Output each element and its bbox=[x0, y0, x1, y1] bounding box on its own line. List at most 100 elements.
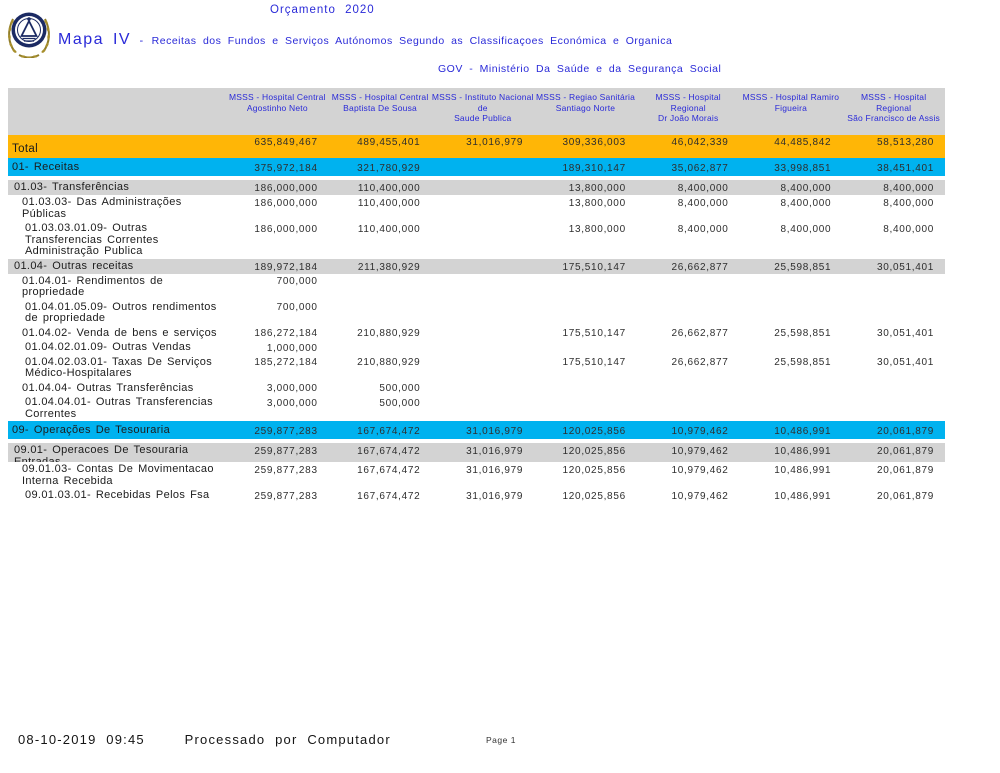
table-row: 09- Operações De Tesouraria259,877,28316… bbox=[8, 421, 945, 439]
column-header: MSSS - Hospital CentralAgostinho Neto bbox=[226, 88, 329, 135]
value-cell: 500,000 bbox=[329, 397, 432, 420]
column-header-line2: Dr João Morais bbox=[637, 113, 740, 124]
row-label: 09.01- Operacoes De Tesouraria Entradas bbox=[8, 443, 226, 462]
value-cell: 46,042,339 bbox=[637, 135, 740, 158]
value-cell bbox=[637, 302, 740, 325]
value-cell: 635,849,467 bbox=[226, 135, 329, 158]
value-cell: 10,486,991 bbox=[740, 464, 843, 487]
table-row: 01.04.01- Rendimentos de propriedade700,… bbox=[8, 274, 945, 300]
value-cell: 167,674,472 bbox=[329, 464, 432, 487]
value-cell: 189,310,147 bbox=[534, 158, 637, 176]
value-cell: 110,400,000 bbox=[329, 180, 432, 195]
value-cell bbox=[534, 302, 637, 325]
value-cell: 500,000 bbox=[329, 383, 432, 395]
table-row: 01.04.02- Venda de bens e serviços186,27… bbox=[8, 326, 945, 341]
value-cell bbox=[431, 276, 534, 299]
value-cell bbox=[431, 223, 534, 258]
column-header: MSSS - Hospital CentralBaptista De Sousa bbox=[329, 88, 432, 135]
value-cell: 8,400,000 bbox=[740, 223, 843, 258]
table-row: 01.03.03- Das Administrações Públicas186… bbox=[8, 195, 945, 221]
value-cell: 210,880,929 bbox=[329, 357, 432, 380]
row-label: 09.01.03.01- Recebidas Pelos Fsa bbox=[8, 490, 226, 502]
value-cell: 175,510,147 bbox=[534, 328, 637, 340]
value-cell: 375,972,184 bbox=[226, 158, 329, 176]
table-row: Total635,849,467489,455,40131,016,979309… bbox=[8, 135, 945, 158]
value-cell bbox=[431, 180, 534, 195]
value-cell bbox=[637, 276, 740, 299]
value-cell: 120,025,856 bbox=[534, 464, 637, 487]
value-cell: 259,877,283 bbox=[226, 490, 329, 502]
value-cell bbox=[740, 383, 843, 395]
value-cell bbox=[431, 357, 534, 380]
value-cell: 10,486,991 bbox=[740, 421, 843, 439]
value-cell: 700,000 bbox=[226, 276, 329, 299]
row-label: 01.04- Outras receitas bbox=[8, 259, 226, 274]
column-header-line2: Figueira bbox=[740, 103, 843, 114]
table-row: 01.03- Transferências186,000,000110,400,… bbox=[8, 180, 945, 195]
report-page: Orçamento 2020 Mapa IV - Receitas dos Fu… bbox=[0, 0, 1000, 773]
value-cell: 186,000,000 bbox=[226, 180, 329, 195]
row-label: 01.04.02.03.01- Taxas De Serviços Médico… bbox=[8, 357, 226, 380]
map-number: Mapa IV bbox=[58, 31, 131, 48]
table-row: 01.04.04- Outras Transferências3,000,000… bbox=[8, 381, 945, 396]
value-cell: 38,451,401 bbox=[842, 158, 945, 176]
column-header: MSSS - Hospital RamiroFigueira bbox=[740, 88, 843, 135]
column-header-line2: Santiago Norte bbox=[534, 103, 637, 114]
ministry-line: GOV - Ministério Da Saúde e da Segurança… bbox=[438, 63, 721, 75]
column-header: MSSS - Hospital RegionalDr João Morais bbox=[637, 88, 740, 135]
footer-datetime: 08-10-2019 09:45 bbox=[18, 732, 145, 747]
value-cell: 489,455,401 bbox=[329, 135, 432, 158]
value-cell: 110,400,000 bbox=[329, 223, 432, 258]
value-cell: 167,674,472 bbox=[329, 443, 432, 462]
value-cell: 186,272,184 bbox=[226, 328, 329, 340]
value-cell bbox=[431, 259, 534, 274]
value-cell bbox=[431, 158, 534, 176]
value-cell: 189,972,184 bbox=[226, 259, 329, 274]
value-cell bbox=[740, 397, 843, 420]
map-dash: - bbox=[140, 35, 144, 47]
report-table: MSSS - Hospital CentralAgostinho NetoMSS… bbox=[8, 88, 945, 503]
value-cell: 44,485,842 bbox=[740, 135, 843, 158]
value-cell: 13,800,000 bbox=[534, 197, 637, 220]
row-label: 01.04.01- Rendimentos de propriedade bbox=[8, 276, 226, 299]
value-cell: 309,336,003 bbox=[534, 135, 637, 158]
value-cell: 186,000,000 bbox=[226, 197, 329, 220]
value-cell bbox=[329, 276, 432, 299]
value-cell: 31,016,979 bbox=[431, 490, 534, 502]
table-row: 01- Receitas375,972,184321,780,929189,31… bbox=[8, 158, 945, 176]
value-cell bbox=[637, 397, 740, 420]
row-label: 01.03- Transferências bbox=[8, 180, 226, 195]
value-cell: 3,000,000 bbox=[226, 383, 329, 395]
value-cell: 175,510,147 bbox=[534, 259, 637, 274]
document-title: Orçamento 2020 bbox=[270, 4, 375, 16]
value-cell: 210,880,929 bbox=[329, 328, 432, 340]
value-cell: 30,051,401 bbox=[842, 357, 945, 380]
value-cell: 26,662,877 bbox=[637, 328, 740, 340]
map-subtitle: Receitas dos Fundos e Serviços Autónomos… bbox=[152, 35, 673, 47]
value-cell: 259,877,283 bbox=[226, 421, 329, 439]
table-row: 01.04.02.03.01- Taxas De Serviços Médico… bbox=[8, 355, 945, 381]
table-row: 01.04.01.05.09- Outros rendimentos de pr… bbox=[8, 300, 945, 326]
value-cell: 3,000,000 bbox=[226, 397, 329, 420]
table-row: 01.04.04.01- Outras Transferencias Corre… bbox=[8, 395, 945, 421]
value-cell: 8,400,000 bbox=[842, 197, 945, 220]
column-header-line2: Saude Publica bbox=[431, 113, 534, 124]
value-cell bbox=[534, 383, 637, 395]
value-cell bbox=[329, 302, 432, 325]
value-cell: 120,025,856 bbox=[534, 490, 637, 502]
value-cell: 211,380,929 bbox=[329, 259, 432, 274]
value-cell: 700,000 bbox=[226, 302, 329, 325]
value-cell: 167,674,472 bbox=[329, 490, 432, 502]
row-label: 01.04.04.01- Outras Transferencias Corre… bbox=[8, 397, 226, 420]
column-header-line2: São Francisco de Assis bbox=[842, 113, 945, 124]
value-cell: 259,877,283 bbox=[226, 443, 329, 462]
value-cell: 20,061,879 bbox=[842, 421, 945, 439]
value-cell: 20,061,879 bbox=[842, 490, 945, 502]
value-cell: 175,510,147 bbox=[534, 357, 637, 380]
value-cell: 35,062,877 bbox=[637, 158, 740, 176]
row-label: 01.04.02- Venda de bens e serviços bbox=[8, 328, 226, 340]
value-cell: 25,598,851 bbox=[740, 328, 843, 340]
value-cell bbox=[431, 302, 534, 325]
table-row: 09.01- Operacoes De Tesouraria Entradas2… bbox=[8, 443, 945, 462]
value-cell bbox=[534, 276, 637, 299]
